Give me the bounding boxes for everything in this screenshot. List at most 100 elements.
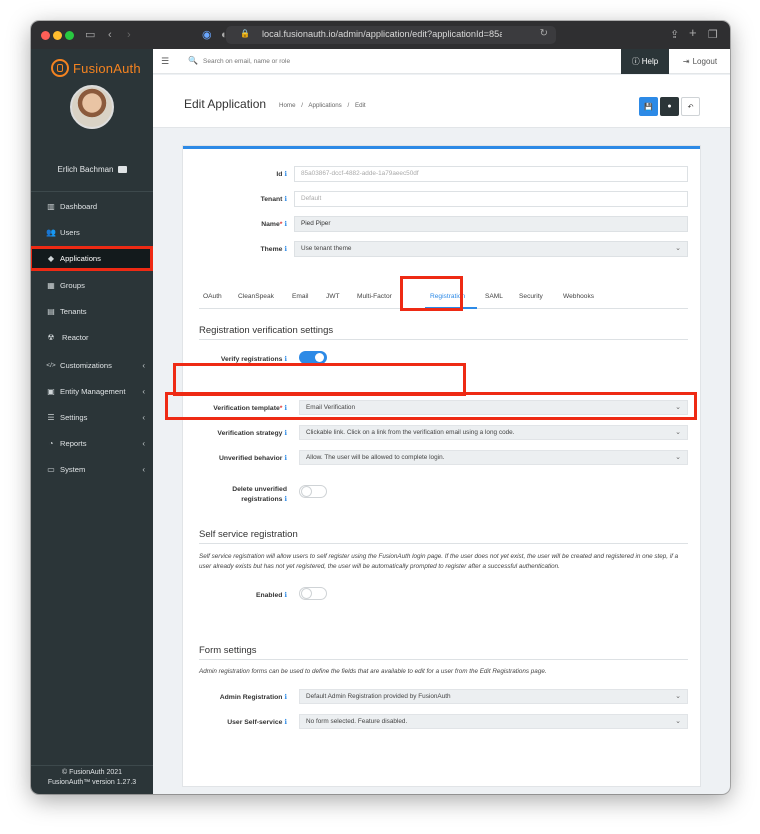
undo-arrow-icon: ↶	[687, 103, 694, 111]
sidebar-item-dashboard[interactable]: ▥ Dashboard	[31, 194, 153, 218]
chevron-down-icon: ⌄	[675, 454, 681, 461]
info-icon: ℹ	[284, 430, 287, 437]
tabs-overview-icon[interactable]: ❐	[708, 27, 718, 43]
breadcrumb-home[interactable]: Home	[279, 102, 296, 109]
page-header: Edit Application Home / Applications / E…	[153, 75, 730, 128]
tab-email[interactable]: Email	[292, 293, 309, 300]
reports-icon: ◔	[48, 438, 54, 448]
tab-jwt[interactable]: JWT	[326, 293, 340, 300]
form-row-admin-registration: Admin Registration ℹ Default Admin Regist…	[183, 689, 700, 707]
sidebar-item-label: Reactor	[62, 332, 89, 342]
save-button[interactable]: 💾	[639, 97, 658, 116]
logout-label: Logout	[692, 57, 718, 66]
system-icon: ▭	[47, 464, 55, 474]
sidebar-item-label: Dashboard	[60, 201, 98, 211]
breadcrumb-applications[interactable]: Applications	[308, 102, 341, 109]
maximize-window-button[interactable]	[65, 31, 74, 40]
sidebar-item-label: Reports	[60, 438, 87, 448]
tab-saml[interactable]: SAML	[485, 293, 503, 300]
close-window-button[interactable]	[41, 31, 50, 40]
toggle-knob	[315, 353, 324, 362]
form-row-tenant: Tenant ℹ Default	[183, 191, 700, 209]
users-icon: 👥	[46, 227, 56, 237]
logout-button[interactable]: ⇥ Logout	[674, 49, 726, 74]
user-self-service-select[interactable]: No form selected. Feature disabled. ⌄	[299, 714, 688, 729]
search-input[interactable]	[203, 55, 503, 68]
divider	[199, 659, 688, 660]
theme-label: Theme ℹ	[260, 246, 287, 253]
sidebar-item-system[interactable]: ▭ System ‹	[31, 457, 153, 481]
form-row-self-service-enabled: Enabled ℹ	[183, 587, 700, 605]
verification-strategy-label: Verification strategy ℹ	[217, 430, 287, 437]
back-button[interactable]: ↶	[681, 97, 700, 116]
minimize-window-button[interactable]	[53, 31, 62, 40]
id-card-icon	[117, 166, 127, 173]
sidebar-item-reports[interactable]: ◔ Reports ‹	[31, 431, 153, 455]
name-field[interactable]: Pied Piper	[294, 216, 688, 232]
help-label: Help	[641, 57, 659, 66]
sidebar-item-users[interactable]: 👥 Users	[31, 220, 153, 244]
password-manager-icon[interactable]: ◉	[202, 27, 212, 43]
highlight-box-verification-template	[165, 392, 697, 420]
divider	[31, 765, 153, 766]
avatar[interactable]	[70, 85, 114, 129]
tab-multi-factor[interactable]: Multi-Factor	[357, 293, 392, 300]
chevron-down-icon: ⌄	[675, 693, 681, 700]
new-tab-icon[interactable]: +	[689, 25, 697, 41]
info-icon: ℹ	[284, 221, 287, 228]
admin-registration-select[interactable]: Default Admin Registration provided by F…	[299, 689, 688, 704]
form-settings-description: Admin registration forms can be used to …	[199, 668, 547, 675]
chevron-left-icon: ‹	[142, 360, 145, 370]
tenant-field[interactable]: Default	[294, 191, 688, 207]
sidebar-item-label: Settings	[60, 412, 88, 422]
sidebar-item-groups[interactable]: ▦ Groups	[31, 273, 153, 297]
user-name[interactable]: Erlich Bachman	[31, 165, 153, 174]
settings-icon: ☰	[47, 412, 55, 422]
highlight-box-registration-tab	[400, 276, 463, 311]
chevron-left-icon: ‹	[142, 386, 145, 396]
section-title-form-settings: Form settings	[199, 645, 257, 656]
tab-security[interactable]: Security	[519, 293, 543, 300]
section-title-self-service: Self service registration	[199, 529, 298, 540]
sidebar-item-entity-management[interactable]: ▣ Entity Management ‹	[31, 379, 153, 403]
share-icon[interactable]: ⇪	[670, 27, 679, 43]
reload-icon[interactable]: ↻	[540, 28, 548, 39]
address-bar[interactable]: 🔒 local.fusionauth.io/admin/application/…	[226, 26, 556, 44]
dashboard-icon: ▥	[47, 201, 55, 211]
manage-roles-button[interactable]: ●	[660, 97, 679, 116]
breadcrumb-edit: Edit	[354, 102, 366, 109]
help-button[interactable]: ⓘ Help	[621, 49, 669, 74]
brand-name: FusionAuth	[73, 60, 141, 76]
tab-oauth[interactable]: OAuth	[203, 293, 222, 300]
delete-unverified-label: Delete unverified registrations ℹ	[232, 486, 287, 503]
id-field[interactable]: 85a03867-dccf-4882-adde-1a79aeec50df	[294, 166, 688, 182]
entity-icon: ▣	[47, 386, 55, 396]
verification-strategy-select[interactable]: Clickable link. Click on a link from the…	[299, 425, 688, 440]
delete-unverified-toggle[interactable]	[299, 485, 327, 498]
tab-webhooks[interactable]: Webhooks	[563, 293, 594, 300]
unverified-behavior-select[interactable]: Allow. The user will be allowed to compl…	[299, 450, 688, 465]
form-row-verification-strategy: Verification strategy ℹ Clickable link. C…	[183, 425, 700, 443]
brand-logo[interactable]: FusionAuth	[51, 57, 141, 79]
breadcrumb-separator: /	[347, 102, 350, 109]
self-service-enabled-toggle[interactable]	[299, 587, 327, 600]
theme-select[interactable]: Use tenant theme ⌄	[294, 241, 688, 257]
sidebar-item-tenants[interactable]: ▤ Tenants	[31, 299, 153, 323]
toggle-knob	[302, 589, 311, 598]
sidebar-item-label: Entity Management	[60, 386, 126, 396]
tab-cleanspeak[interactable]: CleanSpeak	[238, 293, 274, 300]
info-icon: ℹ	[284, 455, 287, 462]
sidebar-item-settings[interactable]: ☰ Settings ‹	[31, 405, 153, 429]
menu-toggle-icon[interactable]: ☰	[161, 56, 169, 67]
chevron-left-icon: ‹	[142, 438, 145, 448]
info-icon: ℹ	[284, 356, 287, 363]
unverified-behavior-label: Unverified behavior ℹ	[218, 455, 287, 462]
sidebar-toggle-icon[interactable]: ▭	[85, 27, 95, 43]
sidebar-item-customizations[interactable]: </> Customizations ‹	[31, 353, 153, 377]
back-arrow-icon[interactable]: ‹	[108, 27, 112, 43]
sidebar-item-reactor[interactable]: ☢ Reactor	[31, 325, 153, 349]
info-icon: ℹ	[284, 496, 287, 503]
divider	[31, 191, 153, 192]
forward-arrow-icon[interactable]: ›	[127, 27, 131, 43]
form-row-unverified-behavior: Unverified behavior ℹ Allow. The user wil…	[183, 450, 700, 468]
